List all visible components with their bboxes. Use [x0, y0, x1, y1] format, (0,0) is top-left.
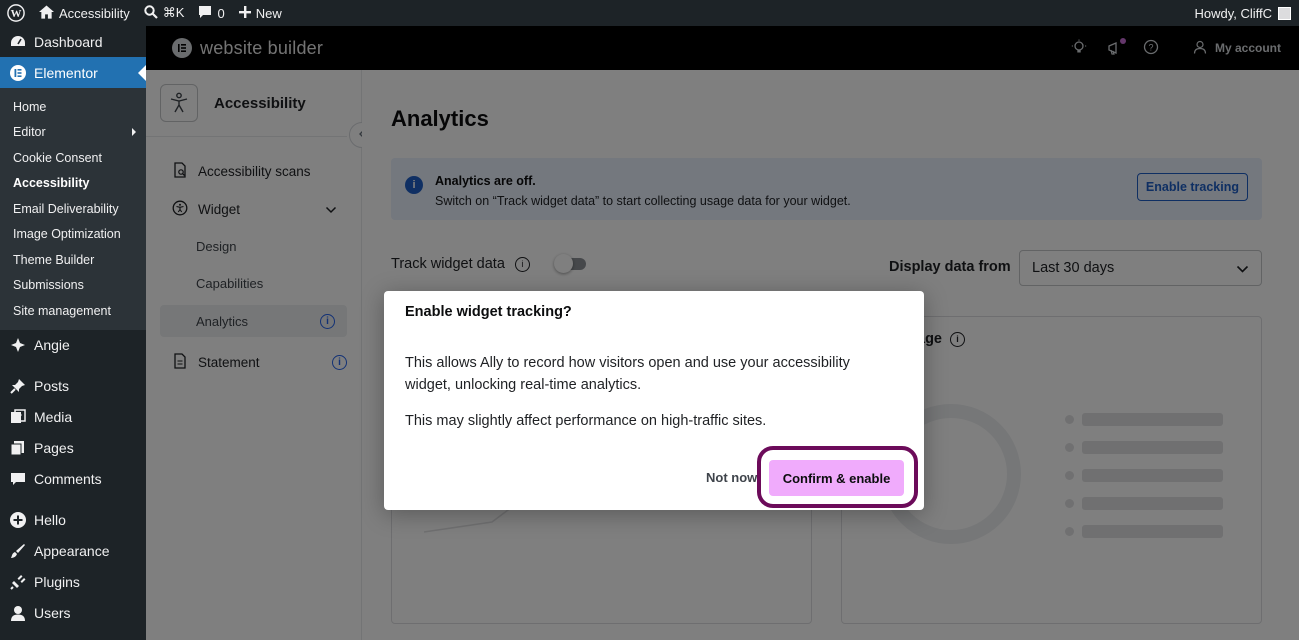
new-content-link[interactable]: New [232, 0, 289, 26]
plus-icon [238, 5, 251, 21]
elementor-logo-icon [10, 64, 26, 81]
menu-posts-label: Posts [34, 378, 70, 394]
dialog-body: This allows Ally to record how visitors … [405, 352, 875, 432]
submenu-accessibility[interactable]: Accessibility [0, 171, 146, 197]
menu-hello-label: Hello [34, 512, 66, 528]
plus-circle-icon [10, 512, 26, 528]
menu-appearance[interactable]: Appearance [0, 536, 146, 567]
wp-logo-icon[interactable]: W [0, 0, 32, 26]
menu-dashboard[interactable]: Dashboard [0, 26, 146, 57]
menu-hello[interactable]: Hello [0, 505, 146, 536]
menu-dashboard-label: Dashboard [34, 33, 103, 50]
sparkle-icon [10, 337, 26, 353]
admin-bar: W Accessibility ⌘K 0 New Howdy, CliffC [0, 0, 1299, 26]
menu-angie[interactable]: Angie [0, 330, 146, 361]
caret-right-icon [132, 127, 136, 136]
submenu-editor[interactable]: Editor [0, 120, 146, 146]
menu-media[interactable]: Media [0, 402, 146, 433]
enable-tracking-dialog: Enable widget tracking? This allows Ally… [384, 291, 924, 510]
menu-plugins[interactable]: Plugins [0, 567, 146, 598]
menu-comments[interactable]: Comments [0, 464, 146, 495]
submenu-submissions[interactable]: Submissions [0, 273, 146, 299]
pushpin-icon [10, 378, 26, 394]
comment-bubble-icon [198, 5, 212, 22]
site-name: Accessibility [59, 5, 130, 21]
menu-users-label: Users [34, 605, 71, 621]
comments-link[interactable]: 0 [191, 0, 231, 26]
menu-posts[interactable]: Posts [0, 371, 146, 402]
menu-appearance-label: Appearance [34, 543, 110, 559]
menu-media-label: Media [34, 409, 73, 425]
pages-icon [10, 440, 26, 456]
media-icon [10, 409, 26, 425]
submenu-email-deliverability[interactable]: Email Deliverability [0, 196, 146, 222]
dialog-body-paragraph-1: This allows Ally to record how visitors … [405, 355, 850, 393]
submenu-home[interactable]: Home [0, 94, 146, 120]
menu-elementor[interactable]: Elementor [0, 57, 146, 88]
dashboard-gauge-icon [10, 34, 26, 50]
avatar [1278, 6, 1291, 20]
new-label: New [255, 5, 282, 21]
wp-admin-menu: Dashboard Elementor Home Editor Cookie C… [0, 26, 146, 640]
menu-plugins-label: Plugins [34, 574, 80, 590]
comments-count: 0 [217, 5, 225, 21]
menu-users[interactable]: Users [0, 598, 146, 629]
dialog-title: Enable widget tracking? [405, 304, 572, 320]
howdy-text: Howdy, CliffC [1194, 5, 1272, 21]
command-search[interactable]: ⌘K [137, 0, 192, 26]
menu-elementor-label: Elementor [34, 64, 98, 81]
home-icon [39, 4, 54, 22]
submenu-site-management[interactable]: Site management [0, 298, 146, 324]
submenu-image-optimization[interactable]: Image Optimization [0, 222, 146, 248]
user-icon [10, 605, 26, 621]
my-account-menu[interactable]: Howdy, CliffC [1194, 6, 1299, 21]
menu-angie-label: Angie [34, 337, 70, 353]
submenu-cookie-consent[interactable]: Cookie Consent [0, 145, 146, 171]
site-name-link[interactable]: Accessibility [32, 0, 137, 26]
menu-comments-label: Comments [34, 471, 102, 487]
elementor-submenu: Home Editor Cookie Consent Accessibility… [0, 88, 146, 330]
comment-bubble-icon [10, 471, 26, 487]
submenu-editor-label: Editor [13, 125, 46, 140]
paintbrush-icon [10, 543, 26, 559]
menu-pages-label: Pages [34, 440, 74, 456]
search-shortcut: ⌘K [162, 5, 185, 20]
menu-pages[interactable]: Pages [0, 433, 146, 464]
search-icon [144, 4, 158, 22]
confirm-enable-button[interactable]: Confirm & enable [769, 460, 904, 496]
dialog-body-paragraph-2: This may slightly affect performance on … [405, 413, 767, 429]
svg-text:W: W [11, 8, 22, 20]
not-now-button[interactable]: Not now [706, 470, 757, 485]
submenu-theme-builder[interactable]: Theme Builder [0, 247, 146, 273]
plug-icon [10, 574, 26, 590]
